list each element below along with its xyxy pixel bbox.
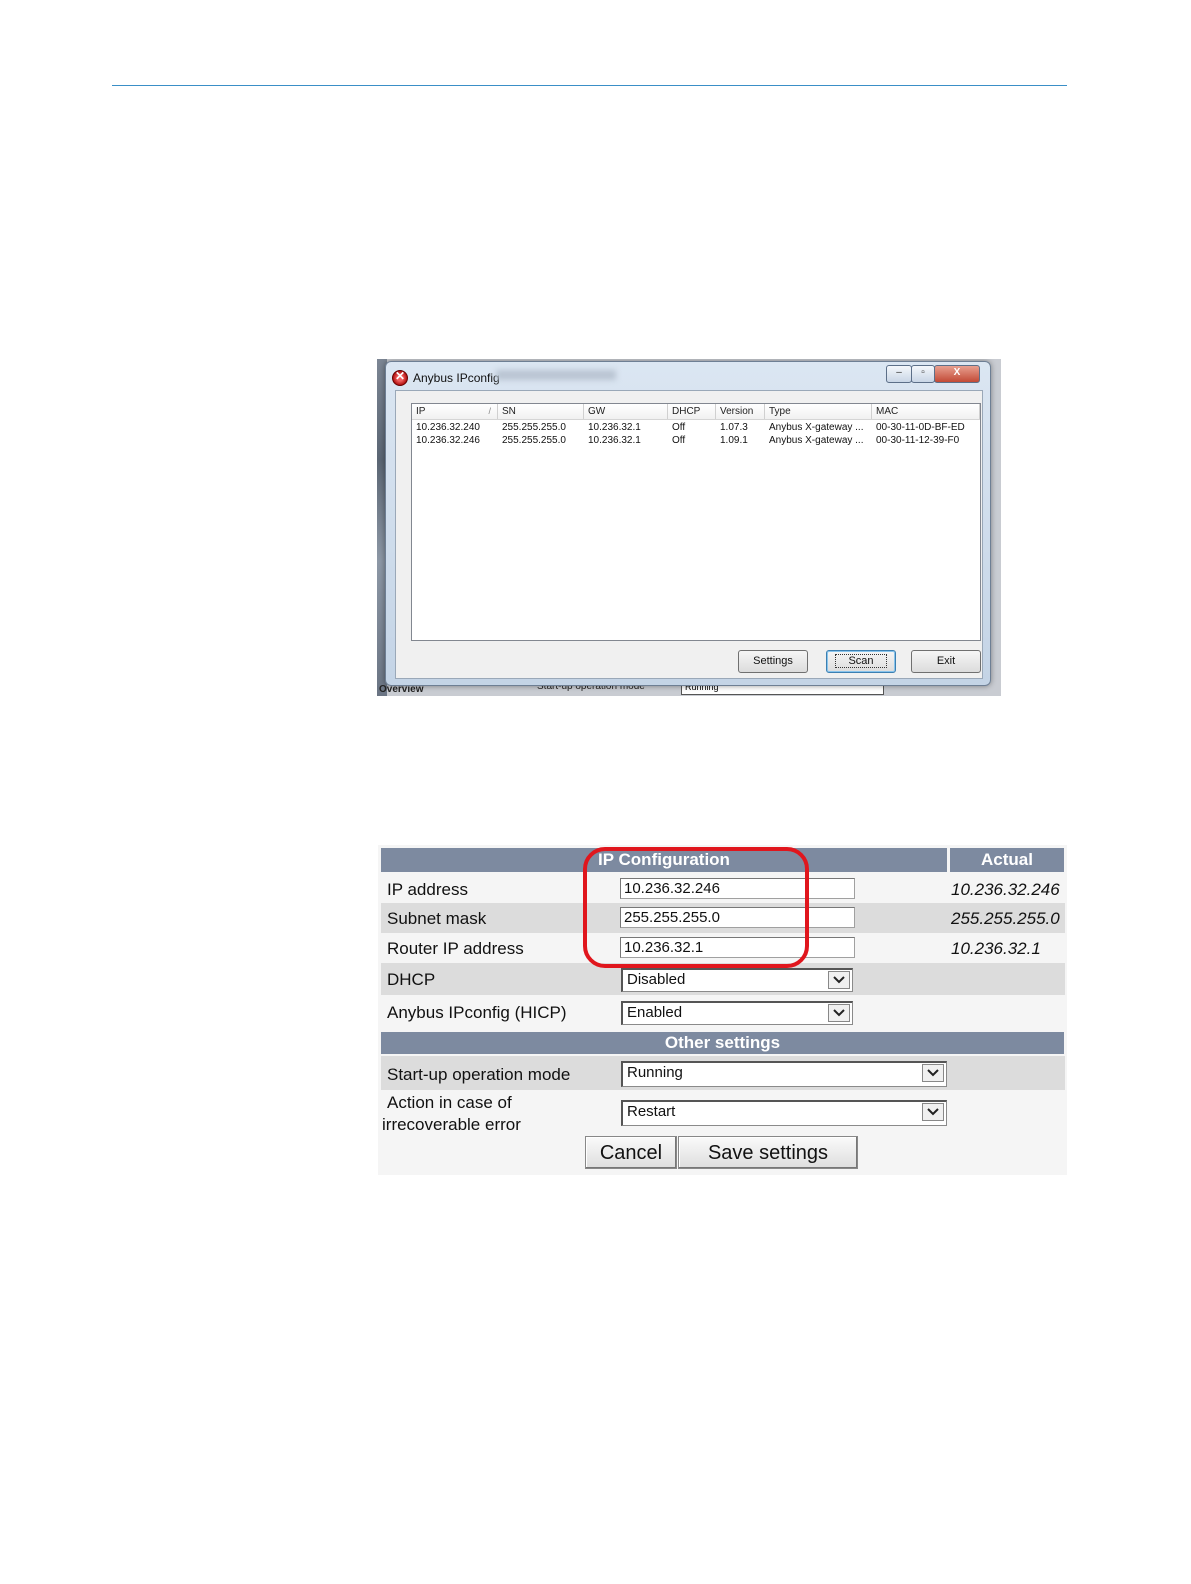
subnet-mask-actual: 255.255.255.0 <box>951 909 1060 928</box>
scan-button-label: Scan <box>835 654 887 668</box>
chevron-down-icon <box>828 971 850 989</box>
device-list-header: IP / SN GW DHCP Version Type MAC <box>412 404 980 420</box>
cell-ip: 10.236.32.240 <box>416 422 480 433</box>
irrecoverable-value: Restart <box>627 1103 676 1120</box>
ipconfig-window: ✕ Anybus IPconfig – ▫ X IP / SN GW DHCP V… <box>385 361 991 686</box>
web-config-screenshot: IP Configuration Actual IP address 10.23… <box>378 845 1067 1175</box>
table-row[interactable]: 10.236.32.240 255.255.255.0 10.236.32.1 … <box>412 421 980 434</box>
close-button[interactable]: X <box>934 365 980 383</box>
settings-button[interactable]: Settings <box>738 650 808 673</box>
dhcp-select-value: Disabled <box>627 971 686 988</box>
startup-mode-value: Running <box>627 1064 683 1081</box>
ip-address-actual: 10.236.32.246 <box>951 880 1060 899</box>
column-header-sn[interactable]: SN <box>498 404 584 419</box>
cell-type: Anybus X-gateway ... <box>769 422 864 433</box>
highlight-ring <box>583 847 809 968</box>
irrecoverable-select[interactable]: Restart <box>621 1100 947 1126</box>
startup-mode-select[interactable]: Running <box>621 1061 947 1087</box>
cell-version: 1.09.1 <box>720 435 748 446</box>
cell-sn: 255.255.255.0 <box>502 422 566 433</box>
column-header-ip[interactable]: IP / <box>412 404 498 419</box>
hicp-label: Anybus IPconfig (HICP) <box>387 1003 567 1022</box>
dhcp-label: DHCP <box>387 970 436 989</box>
save-settings-button[interactable]: Save settings <box>678 1136 858 1169</box>
cell-mac: 00-30-11-12-39-F0 <box>876 435 960 446</box>
router-ip-label: Router IP address <box>387 939 524 958</box>
cell-gw: 10.236.32.1 <box>588 435 641 446</box>
startup-mode-label: Start-up operation mode <box>387 1065 571 1084</box>
hicp-row: Anybus IPconfig (HICP) Enabled <box>381 995 1065 1029</box>
subnet-mask-label: Subnet mask <box>387 909 487 928</box>
blurred-title-text <box>496 370 616 380</box>
minimize-button[interactable]: – <box>886 365 912 383</box>
chevron-down-icon <box>922 1103 944 1121</box>
cell-sn: 255.255.255.0 <box>502 435 566 446</box>
cell-dhcp: Off <box>672 422 686 433</box>
column-header-dhcp[interactable]: DHCP <box>668 404 716 419</box>
table-row[interactable]: 10.236.32.246 255.255.255.0 10.236.32.1 … <box>412 434 980 447</box>
actual-header: Actual <box>950 848 1064 872</box>
irrecoverable-label: Action in case of irrecoverable error <box>382 1092 521 1136</box>
ipconfig-screenshot: Overview Start-up operation mode Running… <box>377 359 1001 696</box>
chevron-down-icon <box>828 1004 850 1022</box>
startup-mode-row: Start-up operation mode Running <box>381 1056 1065 1090</box>
irrecoverable-label-line2: irrecoverable error <box>382 1115 521 1134</box>
maximize-button[interactable]: ▫ <box>911 365 935 383</box>
cancel-button[interactable]: Cancel <box>585 1136 677 1169</box>
exit-button[interactable]: Exit <box>911 650 981 673</box>
column-header-type[interactable]: Type <box>765 404 872 419</box>
hicp-select[interactable]: Enabled <box>621 1001 853 1025</box>
irrecoverable-label-line1: Action in case of <box>387 1093 512 1112</box>
ip-address-label: IP address <box>387 880 468 899</box>
hicp-select-value: Enabled <box>627 1004 683 1021</box>
column-header-version[interactable]: Version <box>716 404 765 419</box>
header-rule <box>112 85 1067 86</box>
cell-dhcp: Off <box>672 435 686 446</box>
cell-gw: 10.236.32.1 <box>588 422 641 433</box>
cell-type: Anybus X-gateway ... <box>769 435 864 446</box>
device-list[interactable]: IP / SN GW DHCP Version Type MAC 10.236.3… <box>411 403 981 641</box>
column-header-gw[interactable]: GW <box>584 404 668 419</box>
sort-indicator-icon: / <box>488 406 491 416</box>
chevron-down-icon <box>922 1064 944 1082</box>
window-title: Anybus IPconfig <box>413 371 500 385</box>
other-settings-header: Other settings <box>381 1032 1064 1054</box>
window-titlebar[interactable]: ✕ Anybus IPconfig – ▫ X <box>386 362 990 390</box>
cell-ip: 10.236.32.246 <box>416 435 480 446</box>
cell-version: 1.07.3 <box>720 422 748 433</box>
column-header-mac[interactable]: MAC <box>872 404 980 419</box>
router-ip-actual: 10.236.32.1 <box>951 939 1041 958</box>
anybus-app-icon: ✕ <box>392 369 408 386</box>
irrecoverable-row: Action in case of irrecoverable error Re… <box>381 1090 1065 1134</box>
cell-mac: 00-30-11-0D-BF-ED <box>876 422 965 433</box>
window-client-area: IP / SN GW DHCP Version Type MAC 10.236.3… <box>395 390 983 679</box>
dhcp-select[interactable]: Disabled <box>621 968 853 992</box>
scan-button[interactable]: Scan <box>826 650 896 673</box>
